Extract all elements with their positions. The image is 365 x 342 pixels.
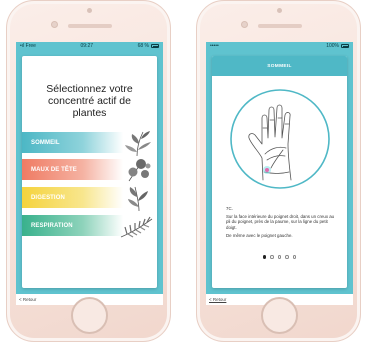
- camera-dot: [277, 8, 282, 13]
- plant-icon: [120, 216, 153, 238]
- status-carrier: •ıl Free: [20, 43, 36, 49]
- camera-dot: [87, 8, 92, 13]
- battery-icon: [341, 44, 349, 48]
- battery-percent: 100%: [326, 43, 339, 49]
- plant-icon: [128, 186, 148, 211]
- hand-illustration-icon: [230, 89, 330, 189]
- home-button[interactable]: [71, 297, 108, 334]
- pager-dot[interactable]: [270, 255, 274, 259]
- signal-icon: •••••: [210, 43, 219, 49]
- status-time: 09:27: [80, 43, 94, 49]
- back-link[interactable]: < Retour: [209, 297, 226, 302]
- speaker: [258, 24, 302, 28]
- home-button[interactable]: [261, 297, 298, 334]
- battery-icon: [151, 44, 159, 48]
- plant-icon: [128, 159, 151, 182]
- phone-left: •ıl Free 09:27 68 % Sélectionnez votre c…: [6, 0, 171, 342]
- status-bar: ••••• 100%: [206, 42, 353, 50]
- point-note: De même avec le poignet gauche.: [226, 232, 293, 238]
- option-label: MAUX DE TÊTE: [31, 166, 77, 173]
- selection-card: Sélectionnez votre concentré actif de pl…: [22, 56, 157, 288]
- front-camera: [51, 21, 58, 28]
- battery-percent: 68 %: [137, 43, 149, 49]
- header-title: SOMMEIL: [267, 63, 292, 69]
- instruction-card: SOMMEIL 7C. Sur la face intérieure du po…: [212, 56, 347, 288]
- option-label: RESPIRATION: [31, 222, 73, 229]
- plant-icon: [125, 131, 151, 156]
- pager-dot[interactable]: [277, 255, 282, 259]
- pager-dots: [212, 255, 347, 259]
- screen-right: ••••• 100% SOMMEIL 7C. Sur la face intér…: [206, 42, 353, 305]
- phone-right: ••••• 100% SOMMEIL 7C. Sur la face intér…: [196, 0, 361, 342]
- screen-left: •ıl Free 09:27 68 % Sélectionnez votre c…: [16, 42, 163, 305]
- status-right: 68 %: [138, 43, 159, 49]
- option-maux-de-tete[interactable]: MAUX DE TÊTE: [22, 159, 157, 182]
- pager-dot[interactable]: [262, 255, 267, 259]
- pager-dot[interactable]: [292, 255, 297, 259]
- header-bar: SOMMEIL: [212, 56, 347, 76]
- page-title: Sélectionnez votre concentré actif de pl…: [46, 83, 133, 119]
- status-right: 100%: [326, 43, 349, 49]
- option-label: SOMMEIL: [31, 139, 60, 146]
- front-camera: [241, 21, 248, 28]
- point-description: Sur la face intérieure du poignet droit,…: [226, 213, 335, 230]
- instruction-text: 7C. Sur la face intérieure du poignet dr…: [226, 206, 335, 241]
- speaker: [68, 24, 112, 28]
- back-link[interactable]: < Retour: [19, 297, 36, 302]
- option-digestion[interactable]: DIGESTION: [22, 186, 157, 211]
- status-bar: •ıl Free 09:27 68 %: [16, 42, 163, 50]
- option-sommeil[interactable]: SOMMEIL: [22, 131, 157, 156]
- option-label: DIGESTION: [31, 194, 65, 201]
- option-respiration[interactable]: RESPIRATION: [22, 215, 157, 238]
- pager-dot[interactable]: [285, 255, 289, 259]
- point-code: 7C.: [226, 206, 233, 211]
